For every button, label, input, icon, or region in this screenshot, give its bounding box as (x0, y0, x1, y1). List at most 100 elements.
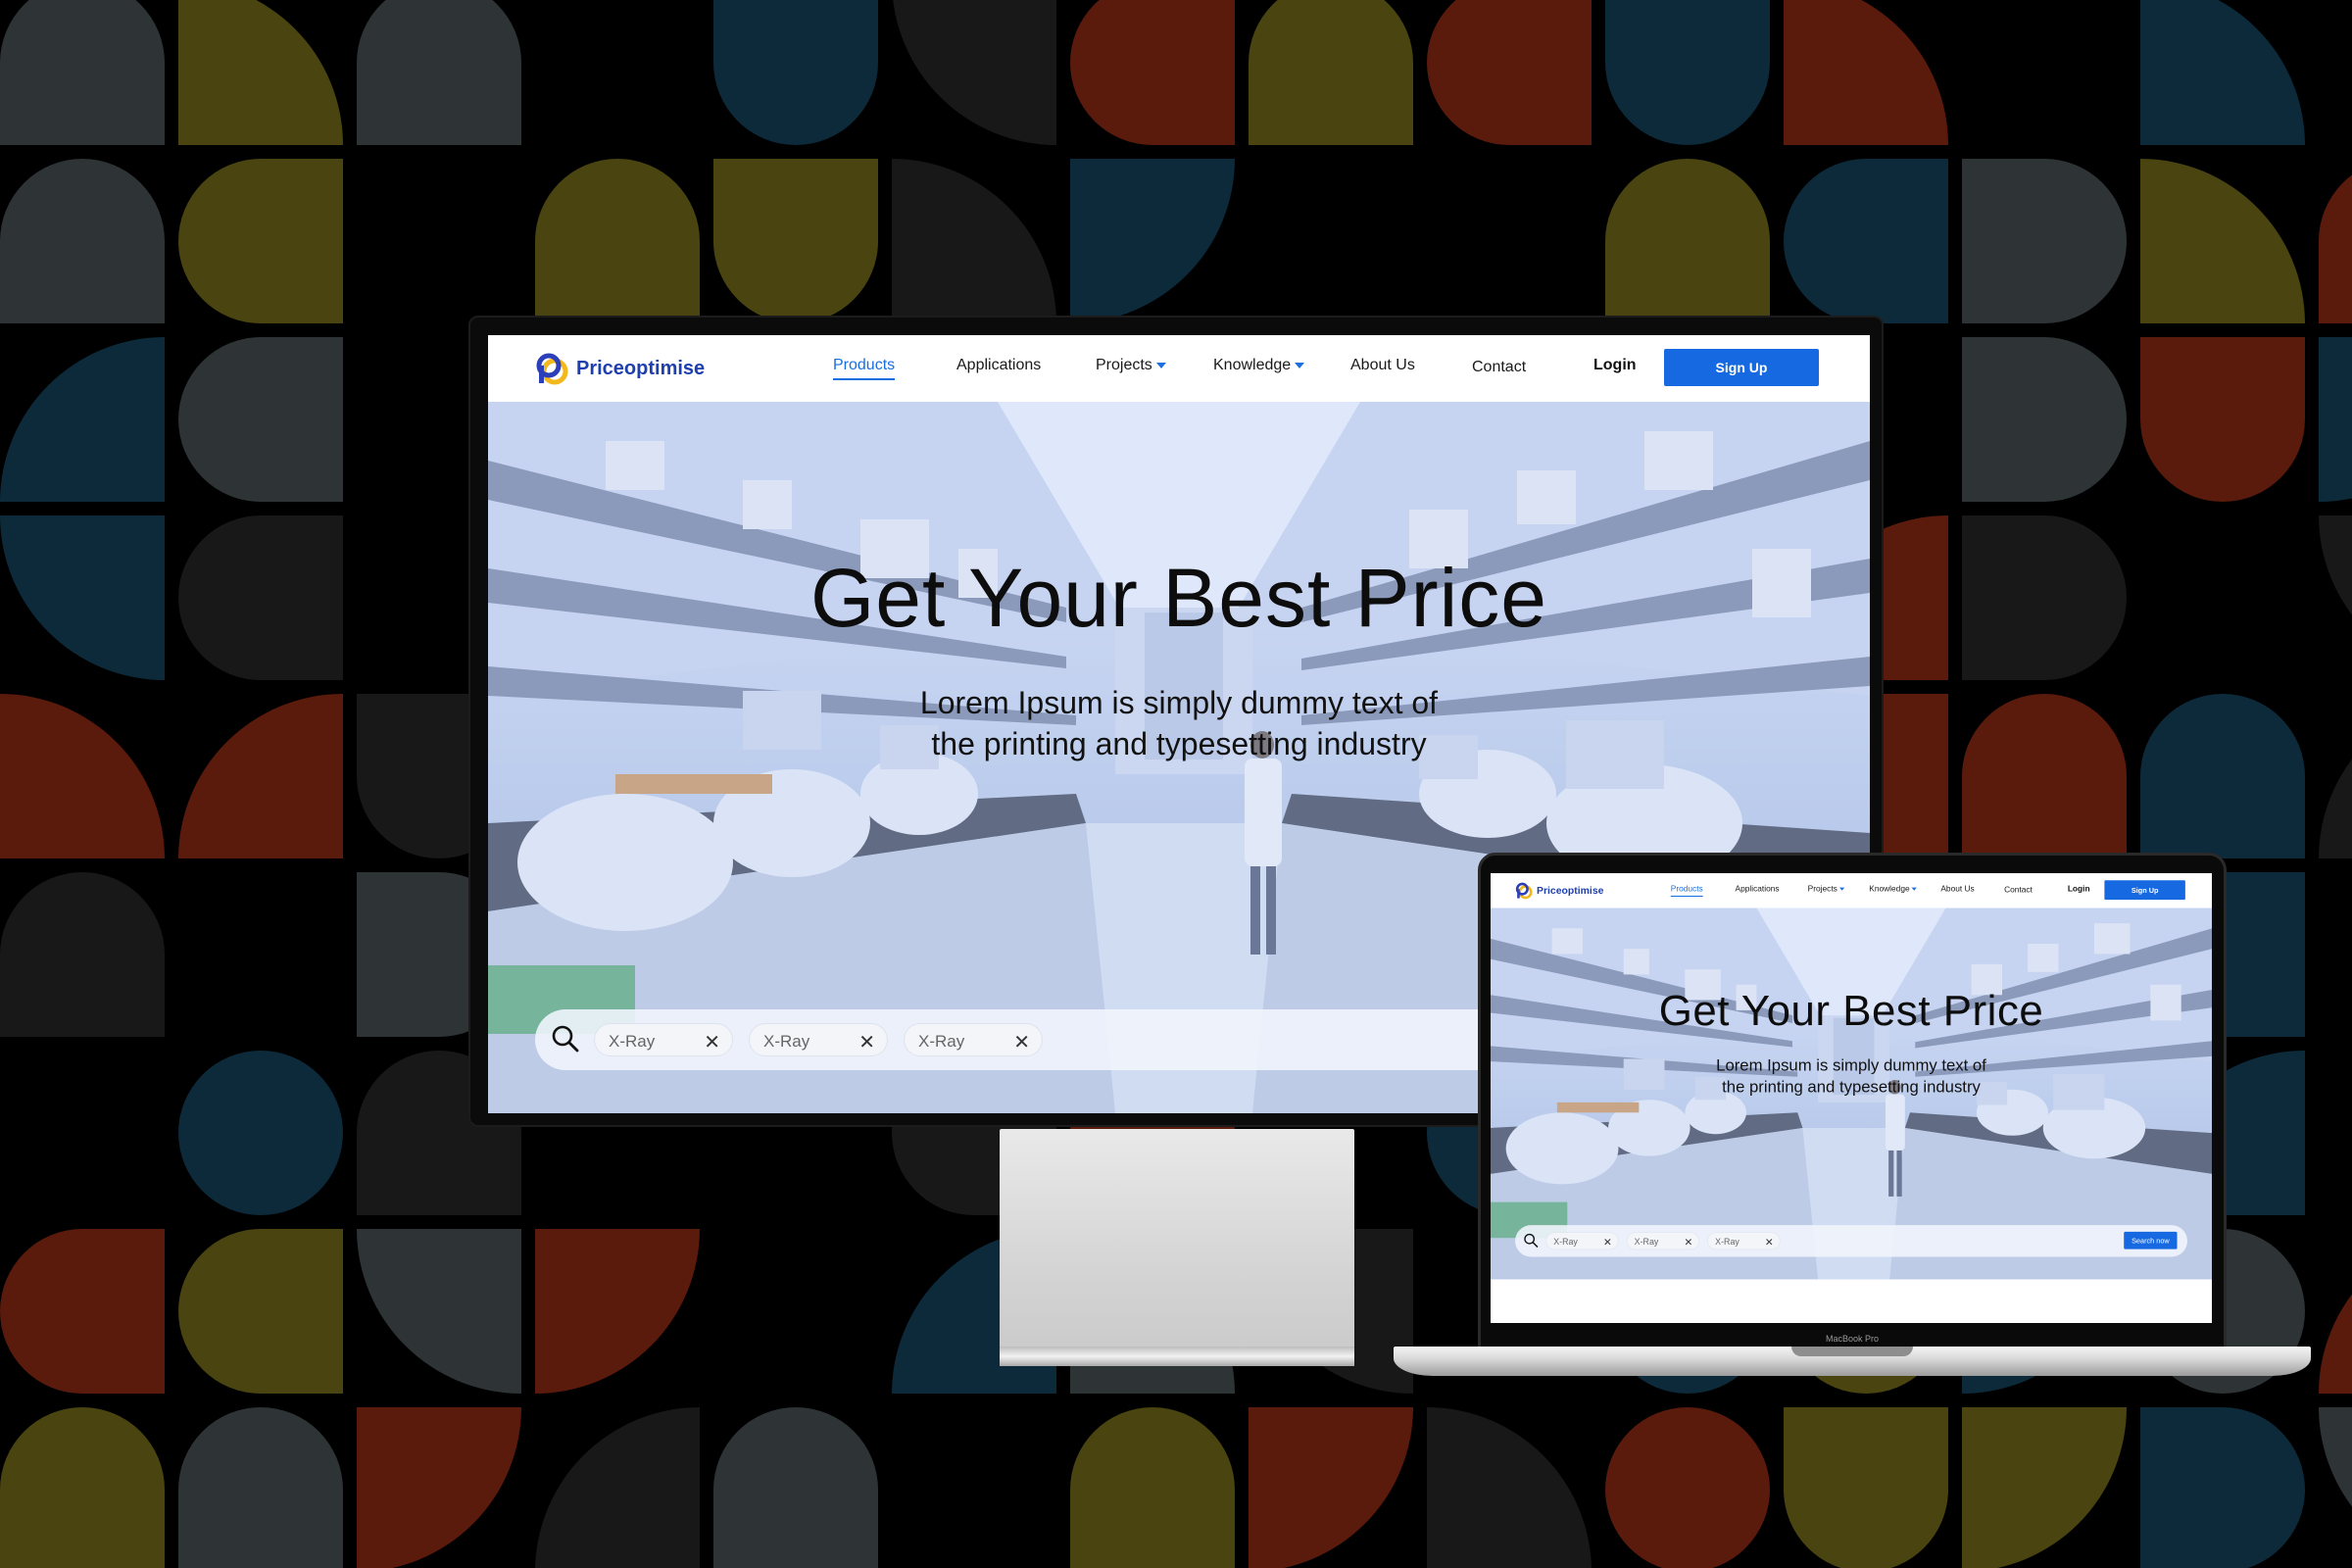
search-chip-label: X-Ray (763, 1032, 810, 1051)
nav-contact[interactable]: Contact (2004, 886, 2033, 895)
website-laptop: Priceoptimise Products Applications Proj… (1491, 873, 2212, 1280)
nav-projects[interactable]: Projects (1807, 884, 1845, 894)
search-chip[interactable]: X-Ray ✕ (1707, 1232, 1781, 1250)
hero-subtitle-line-1: Lorem Ipsum is simply dummy text of (1716, 1055, 1986, 1075)
search-chip[interactable]: X-Ray ✕ (904, 1023, 1043, 1056)
nav-products[interactable]: Products (833, 357, 896, 380)
top-nav: Priceoptimise Products Applications Proj… (1491, 873, 2212, 908)
pattern-shape (535, 159, 700, 323)
search-chip-label: X-Ray (1715, 1237, 1740, 1248)
sign-up-button[interactable]: Sign Up (1664, 349, 1819, 386)
pattern-shape (357, 0, 521, 145)
brand-logo[interactable]: Priceoptimise (535, 351, 705, 386)
search-chip-label: X-Ray (609, 1032, 656, 1051)
nav-applications[interactable]: Applications (956, 357, 1041, 374)
close-icon[interactable]: ✕ (1765, 1236, 1774, 1249)
pattern-shape (1427, 159, 1592, 323)
pattern-shape (1249, 1407, 1413, 1568)
pattern-shape (1784, 0, 1948, 145)
search-icon[interactable] (1523, 1233, 1539, 1249)
caret-down-icon (1155, 362, 1166, 368)
pattern-shape (892, 1407, 1056, 1568)
pattern-shape (1605, 0, 1770, 145)
close-icon[interactable]: ✕ (858, 1030, 875, 1054)
login-link[interactable]: Login (1593, 357, 1637, 374)
laptop-screen: Priceoptimise Products Applications Proj… (1491, 873, 2212, 1323)
pattern-shape (178, 159, 343, 323)
nav-applications[interactable]: Applications (1736, 884, 1780, 893)
pattern-shape (1962, 1407, 2127, 1568)
pattern-shape (2140, 159, 2305, 323)
pattern-shape (1249, 0, 1413, 145)
pattern-shape (1070, 159, 1235, 323)
close-icon[interactable]: ✕ (1603, 1236, 1612, 1249)
pattern-shape (713, 0, 878, 145)
nav-about[interactable]: About Us (1940, 884, 1974, 893)
close-icon[interactable]: ✕ (704, 1030, 720, 1054)
search-chip[interactable]: X-Ray ✕ (749, 1023, 888, 1056)
caret-down-icon (1838, 887, 1845, 891)
pattern-shape (2319, 337, 2352, 502)
close-icon[interactable]: ✕ (1684, 1236, 1692, 1249)
hero-subtitle-line-2: the printing and typesetting industry (931, 726, 1427, 761)
nav-projects[interactable]: Projects (1096, 357, 1166, 374)
pattern-shape (713, 1407, 878, 1568)
pattern-shape (178, 1229, 343, 1394)
hero-subtitle-line-1: Lorem Ipsum is simply dummy text of (919, 685, 1439, 720)
close-icon[interactable]: ✕ (1013, 1030, 1030, 1054)
pattern-shape (2319, 694, 2352, 858)
nav-contact[interactable]: Contact (1472, 359, 1526, 376)
pattern-shape (0, 337, 165, 502)
pattern-shape (357, 1407, 521, 1568)
pattern-shape (1962, 159, 2127, 323)
sign-up-button[interactable]: Sign Up (2104, 880, 2185, 901)
pattern-shape (1070, 1407, 1235, 1568)
pattern-shape (892, 0, 1056, 145)
search-chip-label: X-Ray (1553, 1237, 1578, 1248)
monitor-stand-base (1000, 1347, 1354, 1366)
logo-icon (536, 353, 568, 385)
pattern-shape (535, 0, 700, 145)
brand-name: Priceoptimise (1536, 884, 1604, 897)
search-chip[interactable]: X-Ray ✕ (594, 1023, 733, 1056)
pattern-shape (535, 1229, 700, 1394)
brand-logo[interactable]: Priceoptimise (1515, 881, 1603, 900)
pattern-shape (2319, 1229, 2352, 1394)
pattern-shape (0, 0, 165, 145)
hero-title: Get Your Best Price (809, 552, 1548, 644)
pattern-shape (2140, 0, 2305, 145)
pattern-shape (1962, 337, 2127, 502)
nav-knowledge[interactable]: Knowledge (1213, 357, 1305, 374)
pattern-shape (0, 1407, 165, 1568)
nav-projects-label: Projects (1807, 884, 1838, 894)
pattern-shape (1070, 0, 1235, 145)
search-icon[interactable] (551, 1024, 580, 1054)
pattern-shape (0, 159, 165, 323)
pattern-shape (892, 159, 1056, 323)
login-link[interactable]: Login (2068, 884, 2090, 893)
top-nav: Priceoptimise Products Applications Proj… (488, 335, 1870, 402)
search-chip[interactable]: X-Ray ✕ (1545, 1232, 1619, 1250)
search-now-button[interactable]: Search now (2124, 1231, 2178, 1250)
pattern-shape (357, 1229, 521, 1394)
nav-knowledge-label: Knowledge (1869, 884, 1910, 894)
pattern-shape (1605, 1407, 1770, 1568)
pattern-shape (713, 1229, 878, 1394)
nav-products[interactable]: Products (1670, 884, 1703, 898)
brand-name: Priceoptimise (576, 357, 706, 379)
pattern-shape (1784, 1407, 1948, 1568)
search-bar[interactable]: X-Ray ✕ X-Ray ✕ X-Ray ✕ Search now (1515, 1225, 2187, 1257)
pattern-shape (1249, 159, 1413, 323)
pattern-shape (0, 694, 165, 858)
pattern-shape (1962, 694, 2127, 858)
pattern-shape (178, 1407, 343, 1568)
nav-about[interactable]: About Us (1350, 357, 1415, 374)
hero-section: Get Your Best Price Lorem Ipsum is simpl… (1491, 907, 2212, 1280)
pattern-shape (0, 872, 165, 1037)
nav-projects-label: Projects (1096, 357, 1152, 373)
nav-knowledge[interactable]: Knowledge (1869, 884, 1917, 893)
pattern-shape (2319, 872, 2352, 1037)
hero-subtitle: Lorem Ipsum is simply dummy text of the … (885, 682, 1473, 764)
search-chip[interactable]: X-Ray ✕ (1626, 1232, 1699, 1250)
pattern-shape (178, 694, 343, 858)
